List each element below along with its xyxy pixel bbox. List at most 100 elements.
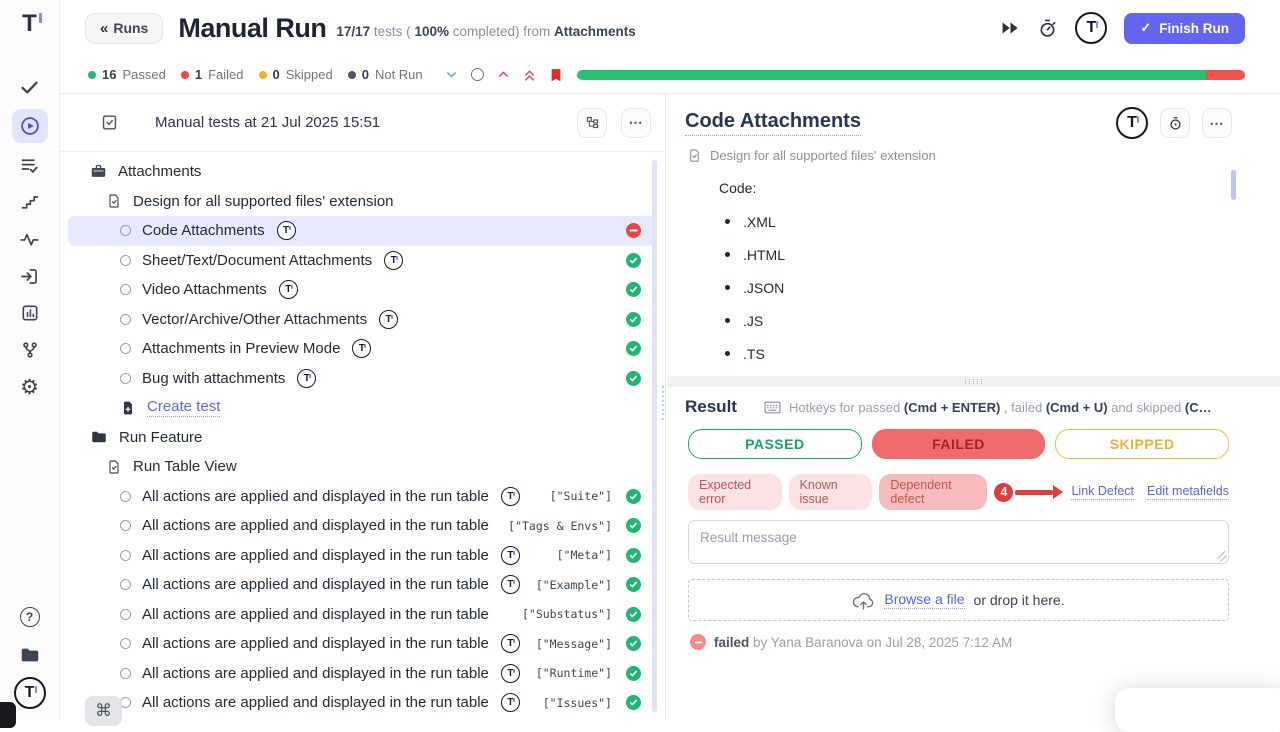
tree-scrollbar[interactable] [652, 160, 657, 712]
tree-test-row[interactable]: All actions are applied and displayed in… [60, 659, 665, 689]
panel-resize-grip[interactable] [662, 386, 664, 420]
tree-item-label: Bug with attachments [142, 370, 285, 387]
failed-result-button[interactable]: FAILED [872, 429, 1046, 459]
nav-activity-pulse-icon[interactable] [12, 224, 48, 254]
tree-test-row[interactable]: All actions are applied and displayed in… [60, 541, 665, 571]
bookmark-flag-icon[interactable] [549, 67, 563, 83]
defect-pill[interactable]: Dependent defect [879, 474, 987, 510]
test-tree-panel: Manual tests at 21 Jul 2025 15:51 ⋯ Atta… [60, 94, 665, 720]
tree-item-label: All actions are applied and displayed in… [142, 547, 489, 564]
tree-item-label: All actions are applied and displayed in… [142, 576, 489, 593]
tree-test-row[interactable]: All actions are applied and displayed in… [60, 688, 665, 718]
double-chevron-up-icon[interactable] [523, 68, 536, 82]
check-icon: ✓ [1140, 20, 1151, 36]
passed-result-button[interactable]: PASSED [688, 429, 862, 459]
horizontal-splitter[interactable] [667, 376, 1280, 387]
code-list-item: .JS [719, 304, 1280, 337]
back-to-runs-button[interactable]: « Runs [85, 13, 163, 44]
tree-test-row[interactable]: Sheet/Text/Document AttachmentsT [60, 246, 665, 276]
tree-test-row[interactable]: Code AttachmentsT [68, 216, 655, 246]
user-avatar[interactable]: T [1075, 12, 1107, 44]
nav-reports-chart-icon[interactable] [12, 298, 48, 328]
tree-test-row[interactable]: Vector/Archive/Other AttachmentsT [60, 305, 665, 335]
tree-item-label: Attachments [118, 163, 201, 180]
fast-forward-icon[interactable] [1001, 20, 1020, 36]
keyboard-icon [764, 401, 781, 414]
status-counts: 16Passed 1Failed 0Skipped 0Not Run [88, 67, 423, 82]
drop-hint: or drop it here. [974, 592, 1065, 608]
timer-stopwatch-icon[interactable] [1037, 18, 1058, 39]
nav-plans-list-check-icon[interactable] [12, 150, 48, 180]
help-icon[interactable]: ? [12, 602, 48, 632]
defect-pill[interactable]: Expected error [688, 474, 782, 510]
detail-more-options-button[interactable]: ⋯ [1202, 108, 1232, 138]
tree-item-label[interactable]: Create test [147, 398, 220, 417]
test-circle-icon [120, 225, 131, 236]
tree-folder-row[interactable]: Run Feature [60, 423, 665, 453]
nav-settings-gear-icon[interactable]: ⚙ [12, 372, 48, 402]
tree-doc-row[interactable]: Run Table View [60, 452, 665, 482]
tree-test-row[interactable]: All actions are applied and displayed in… [60, 482, 665, 512]
automated-logo-icon: T [501, 693, 520, 712]
status-count-skipped[interactable]: 0Skipped [259, 67, 333, 82]
tree-test-row[interactable]: Attachments in Preview ModeT [60, 334, 665, 364]
status-dot-icon [181, 71, 189, 79]
browse-file-link[interactable]: Browse a file [884, 591, 964, 609]
file-dropzone[interactable]: Browse a file or drop it here. [688, 579, 1229, 621]
detail-title[interactable]: Code Attachments [685, 110, 861, 136]
workspace-logo-icon[interactable]: T [12, 678, 48, 708]
nav-tests-check-icon[interactable] [12, 72, 48, 102]
detail-scrollbar[interactable] [1231, 170, 1236, 200]
tree-item-label: Vector/Archive/Other Attachments [142, 311, 367, 328]
nav-runs-play-circle-icon[interactable] [12, 109, 48, 143]
tree-test-row[interactable]: Video AttachmentsT [60, 275, 665, 305]
skipped-result-button[interactable]: SKIPPED [1055, 429, 1229, 459]
tree-test-row[interactable]: All actions are applied and displayed in… [60, 629, 665, 659]
tree-suite-row[interactable]: Attachments [60, 157, 665, 187]
tree-view-toggle-button[interactable] [577, 108, 607, 138]
left-nav-rail: T ⚙ ? T [0, 0, 60, 720]
nav-branches-git-icon[interactable] [12, 335, 48, 365]
edit-metafields-link[interactable]: Edit metafields [1147, 484, 1229, 500]
tree-item-label: All actions are applied and displayed in… [142, 488, 489, 505]
automated-logo-icon: T [501, 664, 520, 683]
tree-link-row[interactable]: Create test [60, 393, 665, 423]
chevron-up-icon[interactable] [497, 68, 510, 81]
resize-handle-icon[interactable] [1215, 550, 1226, 561]
tree-item-label: All actions are applied and displayed in… [142, 665, 489, 682]
tree-test-row[interactable]: All actions are applied and displayed in… [60, 600, 665, 630]
tree-item-label: All actions are applied and displayed in… [142, 517, 489, 534]
tree-more-options-button[interactable]: ⋯ [621, 108, 651, 138]
automated-logo-icon: T [501, 634, 520, 653]
annotation-arrow [1015, 490, 1053, 495]
status-count-failed[interactable]: 1Failed [181, 67, 244, 82]
automated-logo-icon: T [501, 575, 520, 594]
defect-pill[interactable]: Known issue [789, 474, 873, 510]
tree-doc-row[interactable]: Design for all supported files' extensio… [60, 187, 665, 217]
annotation-number-badge: 4 [994, 483, 1013, 502]
status-count-passed[interactable]: 16Passed [88, 67, 166, 82]
tree-test-row[interactable]: Bug with attachmentsT [60, 364, 665, 394]
tree-item-label: Run Feature [119, 429, 202, 446]
tree-test-row[interactable]: All actions are applied and displayed in… [60, 570, 665, 600]
tree-item-label: All actions are applied and displayed in… [142, 694, 489, 711]
tree-test-row[interactable]: All actions are applied and displayed in… [60, 511, 665, 541]
detail-timer-button[interactable] [1160, 108, 1190, 138]
app-logo[interactable]: T [22, 12, 37, 46]
finish-run-button[interactable]: ✓ Finish Run [1124, 13, 1245, 44]
passed-check-icon [626, 607, 641, 622]
circle-outline-icon[interactable] [471, 68, 484, 81]
test-detail-panel: Code Attachments T ⋯ Design for all supp… [665, 94, 1280, 720]
link-defect-link[interactable]: Link Defect [1071, 484, 1134, 500]
test-tag-label: ["Issues"] [543, 696, 612, 710]
nav-steps-stairs-icon[interactable] [12, 187, 48, 217]
nav-import-login-icon[interactable] [12, 261, 48, 291]
tree-item-label: Design for all supported files' extensio… [133, 193, 394, 210]
code-list-item: .HTML [719, 238, 1280, 271]
projects-folder-icon[interactable] [12, 640, 48, 670]
status-count-not-run[interactable]: 0Not Run [348, 67, 423, 82]
page-title: Manual Run [178, 13, 326, 44]
result-message-textarea[interactable]: Result message [688, 520, 1229, 564]
corner-cursor-shape [0, 702, 16, 728]
chevron-down-icon[interactable] [445, 68, 458, 81]
